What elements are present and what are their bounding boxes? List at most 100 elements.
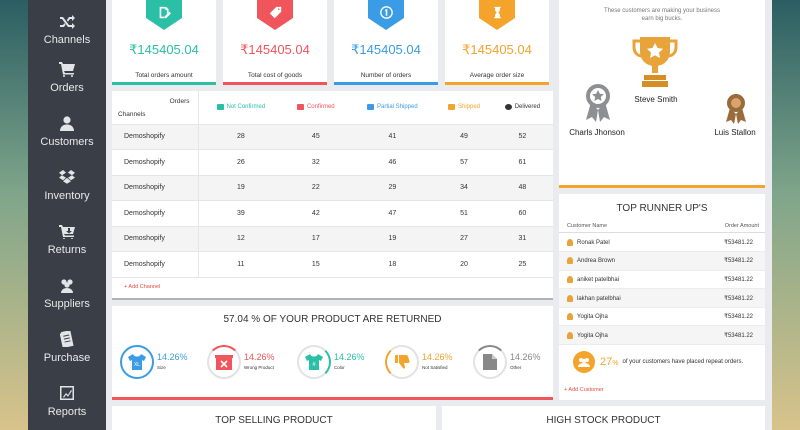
edit-icon: [146, 0, 182, 30]
table-cell: 32: [283, 149, 349, 176]
table-row[interactable]: lakhan patelbhai ₹53481.22: [559, 288, 765, 308]
stat-accent-bar: [334, 82, 438, 85]
table-row[interactable]: Demoshopify 26 32 46 57 61: [112, 149, 553, 176]
cart-return-icon: [59, 224, 75, 239]
table-row[interactable]: Andrea Brown ₹53481.22: [559, 251, 765, 271]
third-place-name: Luis Stallon: [714, 128, 756, 137]
trophy-icon: [632, 37, 678, 87]
card-bottom-border: [112, 397, 553, 400]
table-cell: 49: [436, 124, 492, 150]
table-row[interactable]: aniket patelbhai ₹53481.22: [559, 270, 765, 290]
first-place-name: Steve Smith: [634, 95, 678, 104]
sidebar-item-returns[interactable]: Returns: [28, 212, 106, 266]
sidebar-item-reports[interactable]: Reports: [28, 374, 106, 428]
table-cell: 48: [491, 175, 553, 201]
partial-shipped-icon: [367, 104, 374, 111]
hourglass-icon: [479, 0, 515, 30]
top-selling-title: TOP SELLING PRODUCT: [215, 415, 333, 426]
table-cell: 61: [491, 149, 553, 176]
stat-label: Total orders amount: [135, 72, 193, 79]
return-reason-wrong-product: 14.26% Wrong Product: [207, 345, 275, 379]
return-pct: 14.26%: [244, 352, 275, 362]
repeat-orders-summary: 27% of your customers have placed repeat…: [573, 351, 765, 374]
return-label: Not Satisfied: [422, 365, 448, 370]
medal-icon: [567, 294, 573, 302]
sidebar-item-suppliers[interactable]: Suppliers: [28, 266, 106, 320]
table-cell: 60: [491, 200, 553, 227]
column-header-shipped[interactable]: Shipped: [436, 91, 492, 125]
stat-card-number-of-orders: ₹145405.04 Number of orders: [334, 0, 438, 85]
table-row[interactable]: Yogita Ojha ₹53481.22: [559, 307, 765, 327]
runner-ups-table: Ronak Patel ₹53481.22 Andrea Brown ₹53481.…: [559, 233, 765, 346]
table-row[interactable]: Demoshopify 28 45 41 49 52: [112, 124, 553, 150]
table-row[interactable]: Demoshopify 12 17 19 27 31: [112, 226, 553, 252]
table-cell-channel: Demoshopify: [112, 175, 199, 201]
medal-icon: [567, 238, 573, 246]
stat-label: Total cost of goods: [247, 72, 303, 79]
column-header-not-confirmed[interactable]: Not Confirmed: [198, 91, 284, 125]
table-row[interactable]: Ronak Patel ₹53481.22: [559, 233, 765, 253]
thumbs-down-icon: [216, 104, 224, 111]
high-stock-product-card: HIGH STOCK PRODUCT: [442, 406, 765, 430]
main-content: ₹145405.04 Total orders amount ₹145405.0…: [112, 0, 772, 430]
return-pct: 14.26%: [157, 352, 188, 362]
sidebar: Channels Orders Customers Inventory Retu…: [28, 0, 106, 430]
table-cell-channel: Demoshopify: [112, 226, 199, 252]
table-row[interactable]: Demoshopify 19 22 29 34 48: [112, 175, 553, 201]
stat-value: ₹145405.04: [129, 42, 199, 57]
table-cell: 52: [491, 124, 553, 150]
table-cell: 46: [348, 149, 437, 176]
sidebar-item-customers[interactable]: Customers: [28, 104, 106, 158]
col-customer-name: Customer Name: [567, 223, 608, 229]
table-cell: 29: [348, 175, 437, 201]
table-row[interactable]: Demoshopify 39 42 47 51 60: [112, 200, 553, 227]
thumbs-down-icon: [385, 345, 419, 379]
add-customer-link[interactable]: + Add Customer: [564, 387, 604, 393]
table-cell: 11: [198, 251, 284, 278]
table-cell: 15: [283, 251, 349, 278]
medal-icon: [567, 331, 573, 339]
table-cell: 18: [348, 251, 437, 278]
return-reason-color: # 14.26% Color: [297, 345, 365, 379]
table-row[interactable]: Demoshopify 11 15 18 20 25: [112, 251, 553, 278]
stat-value: ₹145405.04: [240, 42, 310, 57]
return-reason-size: XL 14.26% Size: [120, 345, 188, 379]
sidebar-item-label: Suppliers: [44, 297, 90, 310]
medal-icon: [567, 313, 573, 321]
second-place-name: Charls Jhonson: [569, 128, 625, 137]
return-label: Wrong Product: [244, 365, 274, 370]
column-header-confirmed[interactable]: Confirmed: [283, 91, 349, 125]
document-icon: [59, 330, 74, 347]
table-cell-channel: Demoshopify: [112, 200, 199, 227]
sidebar-item-purchase[interactable]: Purchase: [28, 320, 106, 374]
wrong-box-icon: [207, 345, 241, 379]
column-header-partial-shipped[interactable]: Partial Shipped: [348, 91, 437, 125]
sidebar-item-inventory[interactable]: Inventory: [28, 158, 106, 212]
user-icon: [60, 115, 74, 131]
corner-channels-label: Channels: [118, 110, 146, 118]
table-cell: 39: [198, 200, 284, 227]
table-corner-header: Orders Channels: [112, 91, 199, 125]
coin-icon: [368, 0, 404, 30]
return-pct: 14.26%: [510, 352, 541, 362]
sidebar-item-orders[interactable]: Orders: [28, 50, 106, 104]
sidebar-item-label: Purchase: [43, 351, 91, 364]
returns-card: 57.04 % OF YOUR PRODUCT ARE RETURNED XL …: [112, 306, 553, 400]
sidebar-item-label: Channels: [43, 34, 91, 46]
column-header-delivered[interactable]: Delivered: [491, 91, 553, 125]
returns-title: 57.04 % OF YOUR PRODUCT ARE RETURNED: [223, 314, 442, 325]
return-label: Size: [157, 365, 166, 370]
table-cell: 12: [198, 226, 284, 252]
stat-value: ₹145405.04: [462, 42, 532, 57]
table-cell: 42: [283, 200, 349, 227]
runner-ups-header: Customer Name Order Amount: [559, 214, 765, 233]
truck-icon: [447, 104, 455, 111]
stat-accent-bar: [445, 82, 549, 85]
add-channel-link[interactable]: + Add Channel: [124, 284, 160, 290]
table-cell: 34: [436, 175, 492, 201]
sidebar-item-channels[interactable]: Channels: [28, 0, 106, 50]
shuffle-icon: [60, 15, 75, 29]
high-stock-title: HIGH STOCK PRODUCT: [546, 415, 661, 426]
table-row[interactable]: Yogita Ojha ₹53481.22: [559, 325, 765, 346]
table-cell-channel: Demoshopify: [112, 251, 199, 278]
